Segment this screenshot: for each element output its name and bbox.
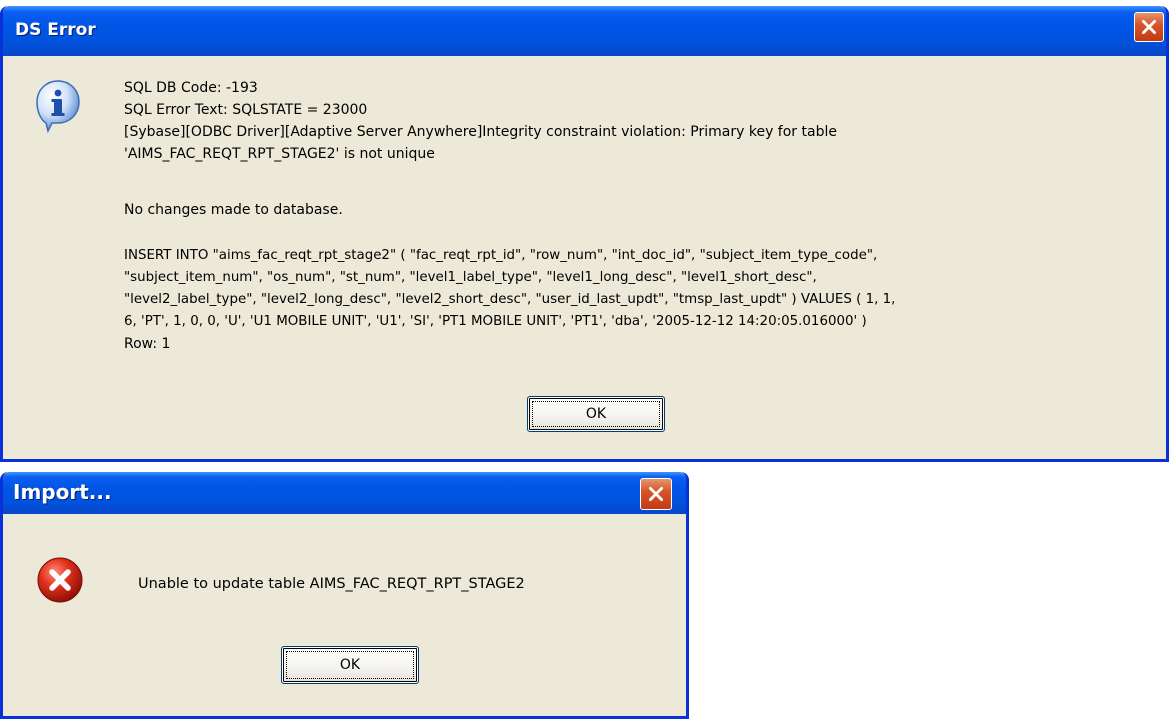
message-line: Row: 1	[124, 336, 171, 352]
import-title: Import...	[13, 480, 112, 504]
error-icon	[37, 557, 83, 603]
focus-rectangle	[286, 651, 414, 679]
import-message: Unable to update table AIMS_FAC_REQT_RPT…	[138, 576, 525, 592]
close-icon	[1142, 20, 1156, 34]
import-close-button[interactable]	[640, 478, 672, 510]
message-line: 6, 'PT', 1, 0, 0, 'U', 'U1 MOBILE UNIT',…	[124, 314, 867, 329]
ds-error-close-button[interactable]	[1134, 12, 1164, 42]
message-line: "subject_item_num", "os_num", "st_num", …	[124, 270, 817, 285]
message-line: INSERT INTO "aims_fac_reqt_rpt_stage2" (…	[124, 248, 878, 263]
ds-error-ok-button[interactable]: OK	[527, 396, 665, 432]
ds-error-dialog: DS Error SQL DB Code: -193 SQL Error Tex…	[0, 6, 1169, 462]
message-line: [Sybase][ODBC Driver][Adaptive Server An…	[124, 124, 837, 140]
message-line: SQL DB Code: -193	[124, 80, 258, 96]
import-titlebar[interactable]: Import...	[3, 472, 686, 514]
information-icon	[36, 80, 80, 134]
message-line: 'AIMS_FAC_REQT_RPT_STAGE2' is not unique	[124, 146, 435, 162]
close-icon	[648, 486, 664, 502]
message-line: No changes made to database.	[124, 202, 343, 218]
message-line: SQL Error Text: SQLSTATE = 23000	[124, 102, 368, 118]
ds-error-titlebar[interactable]: DS Error	[3, 6, 1166, 56]
ds-error-title: DS Error	[15, 20, 96, 40]
message-line: "level2_label_type", "level2_long_desc",…	[124, 292, 896, 307]
import-dialog: Import... Unable to update table AIMS_FA…	[0, 472, 689, 719]
focus-rectangle	[532, 401, 660, 427]
import-ok-button[interactable]: OK	[281, 646, 419, 684]
